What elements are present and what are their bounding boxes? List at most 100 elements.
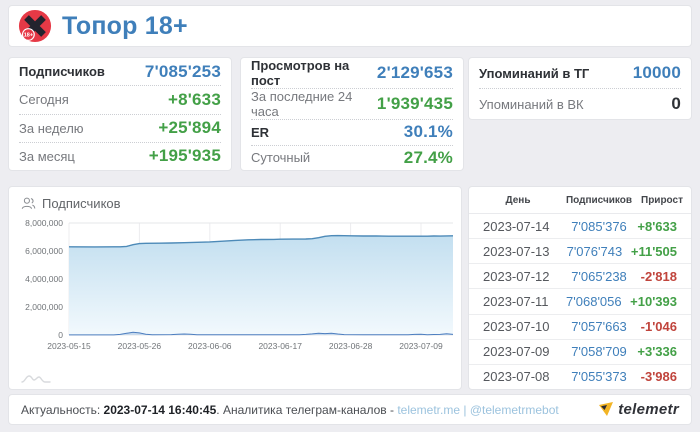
telemetr-brand-name: telemetr	[618, 401, 679, 418]
stat-label: Просмотров на пост	[251, 58, 350, 88]
table-cell-date: 2023-07-11	[483, 293, 549, 309]
table-cell-subscribers: 7'076'743	[566, 243, 623, 259]
stat-value: +8'633	[168, 89, 221, 109]
stat-value: 27.4%	[403, 147, 453, 167]
table-row: 2023-07-09 7'058'709 +3'336	[469, 340, 691, 365]
stat-value: 10000	[632, 63, 681, 82]
stat-row: ER 30.1%	[251, 120, 453, 146]
stat-label: За месяц	[19, 148, 75, 164]
table-header-day: День	[505, 194, 531, 206]
table-cell-growth: +11'505	[630, 243, 677, 259]
table-row: 2023-07-10 7'057'663 -1'046	[469, 315, 691, 340]
table-cell-growth: -1'046	[640, 319, 677, 335]
table-cell-subscribers: 7'068'056	[566, 293, 622, 309]
svg-text:0: 0	[58, 330, 63, 340]
table-cell-subscribers: 7'055'373	[571, 369, 627, 385]
table-row: 2023-07-14 7'085'376 +8'633	[469, 214, 691, 240]
table-body: 2023-07-14 7'085'376 +8'633 2023-07-13 7'076…	[469, 214, 691, 389]
sparkline-icon[interactable]	[21, 373, 51, 384]
stat-label: Подписчиков	[19, 64, 105, 80]
stat-row: Упоминаний в ТГ 10000	[479, 58, 681, 89]
stat-row: Суточный 27.4%	[251, 146, 453, 171]
subscribers-chart-card: Подписчиков 2023-05-15 2023-05-26 2023-06-…	[8, 186, 462, 390]
table-row: 2023-07-11 7'068'056 +10'393	[469, 289, 691, 315]
stat-label: Сегодня	[19, 92, 69, 108]
stat-label: За последние 24 часа	[251, 89, 353, 119]
chart-title: Подписчиков	[42, 196, 121, 211]
stat-value: 1'939'435	[376, 94, 453, 113]
table-cell-growth: +3'336	[637, 344, 677, 360]
svg-text:4,000,000: 4,000,000	[25, 274, 63, 284]
chart-header: Подписчиков	[9, 187, 461, 213]
table-header-subscribers: Подписчиков	[565, 194, 633, 206]
table-cell-growth: +8'633	[637, 218, 677, 234]
table-cell-growth: -3'986	[640, 369, 677, 385]
views-card: Просмотров на пост 2'129'653 За последние …	[240, 57, 464, 171]
stat-value: +195'935	[148, 146, 221, 166]
table-row: 2023-07-12 7'065'238 -2'818	[469, 264, 691, 290]
telemetr-bot-link[interactable]: @telemetrmebot	[470, 403, 559, 417]
stat-label: ER	[251, 124, 270, 140]
stat-value: 7'085'253	[144, 61, 221, 81]
svg-text:2023-06-06: 2023-06-06	[188, 341, 232, 351]
stat-value: +25'894	[158, 118, 221, 138]
footer-text: Актуальность: 2023-07-14 16:40:45. Анали…	[21, 403, 559, 417]
stat-label: Суточный	[251, 150, 311, 166]
table-header-growth: Прирост	[641, 194, 683, 206]
svg-text:2023-06-28: 2023-06-28	[329, 341, 373, 351]
subscribers-card: Подписчиков 7'085'253 Сегодня +8'633 За неде…	[8, 57, 232, 171]
stat-row: За неделю +25'894	[19, 115, 221, 143]
table-cell-subscribers: 7'065'238	[571, 268, 627, 284]
stat-value: 0	[671, 94, 681, 113]
svg-text:2023-05-26: 2023-05-26	[118, 341, 162, 351]
telemetr-logo: telemetr	[599, 401, 679, 418]
daily-stats-table: День Подписчиков Прирост 2023-07-14 7'085…	[468, 186, 692, 390]
table-cell-date: 2023-07-08	[483, 369, 550, 385]
footer-separator: |	[460, 402, 470, 417]
svg-text:6,000,000: 6,000,000	[25, 246, 63, 256]
table-cell-date: 2023-07-12	[483, 268, 550, 284]
channel-avatar: 18+	[18, 9, 52, 43]
users-icon	[21, 197, 36, 209]
footer: Актуальность: 2023-07-14 16:40:45. Анали…	[8, 394, 692, 425]
stat-label: За неделю	[19, 120, 84, 136]
stat-row: Упоминаний в ВК 0	[479, 89, 681, 119]
channel-title: Топор 18+	[62, 11, 188, 40]
stat-row: За месяц +195'935	[19, 143, 221, 170]
stat-row: Просмотров на пост 2'129'653	[251, 58, 453, 89]
table-cell-date: 2023-07-09	[483, 344, 550, 360]
table-cell-growth: -2'818	[640, 268, 677, 284]
footer-middle-text: . Аналитика телеграм-каналов -	[216, 402, 398, 417]
table-cell-subscribers: 7'057'663	[571, 319, 627, 335]
mentions-card: Упоминаний в ТГ 10000 Упоминаний в ВК 0	[468, 57, 692, 120]
table-cell-date: 2023-07-13	[483, 243, 550, 259]
subscribers-area-chart: 2023-05-15 2023-05-26 2023-06-06 2023-06-17…	[25, 218, 454, 351]
telemetr-icon	[599, 402, 614, 416]
table-cell-date: 2023-07-14	[483, 218, 550, 234]
stat-label: Упоминаний в ТГ	[479, 65, 590, 81]
stat-value: 30.1%	[403, 122, 453, 142]
svg-text:8,000,000: 8,000,000	[25, 218, 63, 228]
stat-row: Сегодня +8'633	[19, 86, 221, 115]
telemetr-site-link[interactable]: telemetr.me	[397, 403, 460, 417]
stat-label: Упоминаний в ВК	[479, 96, 584, 112]
table-cell-subscribers: 7'058'709	[571, 344, 627, 360]
stat-value: 2'129'653	[376, 63, 453, 82]
stat-row: Подписчиков 7'085'253	[19, 58, 221, 87]
stat-row: За последние 24 часа 1'939'435	[251, 89, 453, 120]
svg-text:2023-07-09: 2023-07-09	[399, 341, 443, 351]
svg-text:2,000,000: 2,000,000	[25, 302, 63, 312]
table-header-row: День Подписчиков Прирост	[469, 187, 691, 214]
table-cell-subscribers: 7'085'376	[571, 218, 627, 234]
actuality-timestamp: 2023-07-14 16:40:45	[103, 402, 217, 417]
actuality-label: Актуальность:	[21, 402, 104, 417]
table-row: 2023-07-13 7'076'743 +11'505	[469, 239, 691, 265]
table-row: 2023-07-08 7'055'373 -3'986	[469, 365, 691, 389]
table-cell-growth: +10'393	[630, 293, 677, 309]
table-cell-date: 2023-07-10	[483, 319, 550, 335]
svg-text:2023-05-15: 2023-05-15	[47, 341, 91, 351]
avatar-age-badge: 18+	[24, 33, 33, 39]
channel-header: 18+ Топор 18+	[8, 5, 692, 47]
channel-avatar-icon: 18+	[18, 9, 52, 43]
svg-text:2023-06-17: 2023-06-17	[258, 341, 302, 351]
